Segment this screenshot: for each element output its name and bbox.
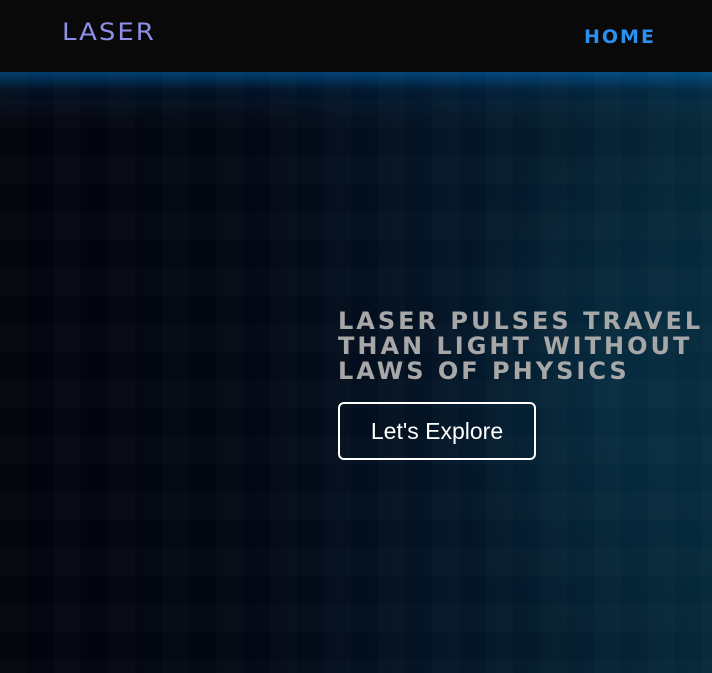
- hero-section: LASER PULSES TRAVEL THAN LIGHT WITHOUT L…: [0, 72, 712, 673]
- site-logo[interactable]: LASER: [62, 19, 156, 47]
- hero-headline-line-2: THAN LIGHT WITHOUT: [338, 332, 693, 360]
- nav-link-home[interactable]: HOME: [584, 26, 656, 48]
- navbar: LASER HOME: [0, 0, 712, 72]
- lets-explore-button[interactable]: Let's Explore: [338, 402, 536, 460]
- hero-headline: LASER PULSES TRAVEL THAN LIGHT WITHOUT L…: [338, 309, 703, 384]
- hero-headline-line-1: LASER PULSES TRAVEL: [338, 307, 704, 335]
- page: LASER HOME LASER PULSES TRAVEL THAN LIGH…: [0, 0, 712, 673]
- hero-headline-line-3: LAWS OF PHYSICS: [338, 357, 630, 385]
